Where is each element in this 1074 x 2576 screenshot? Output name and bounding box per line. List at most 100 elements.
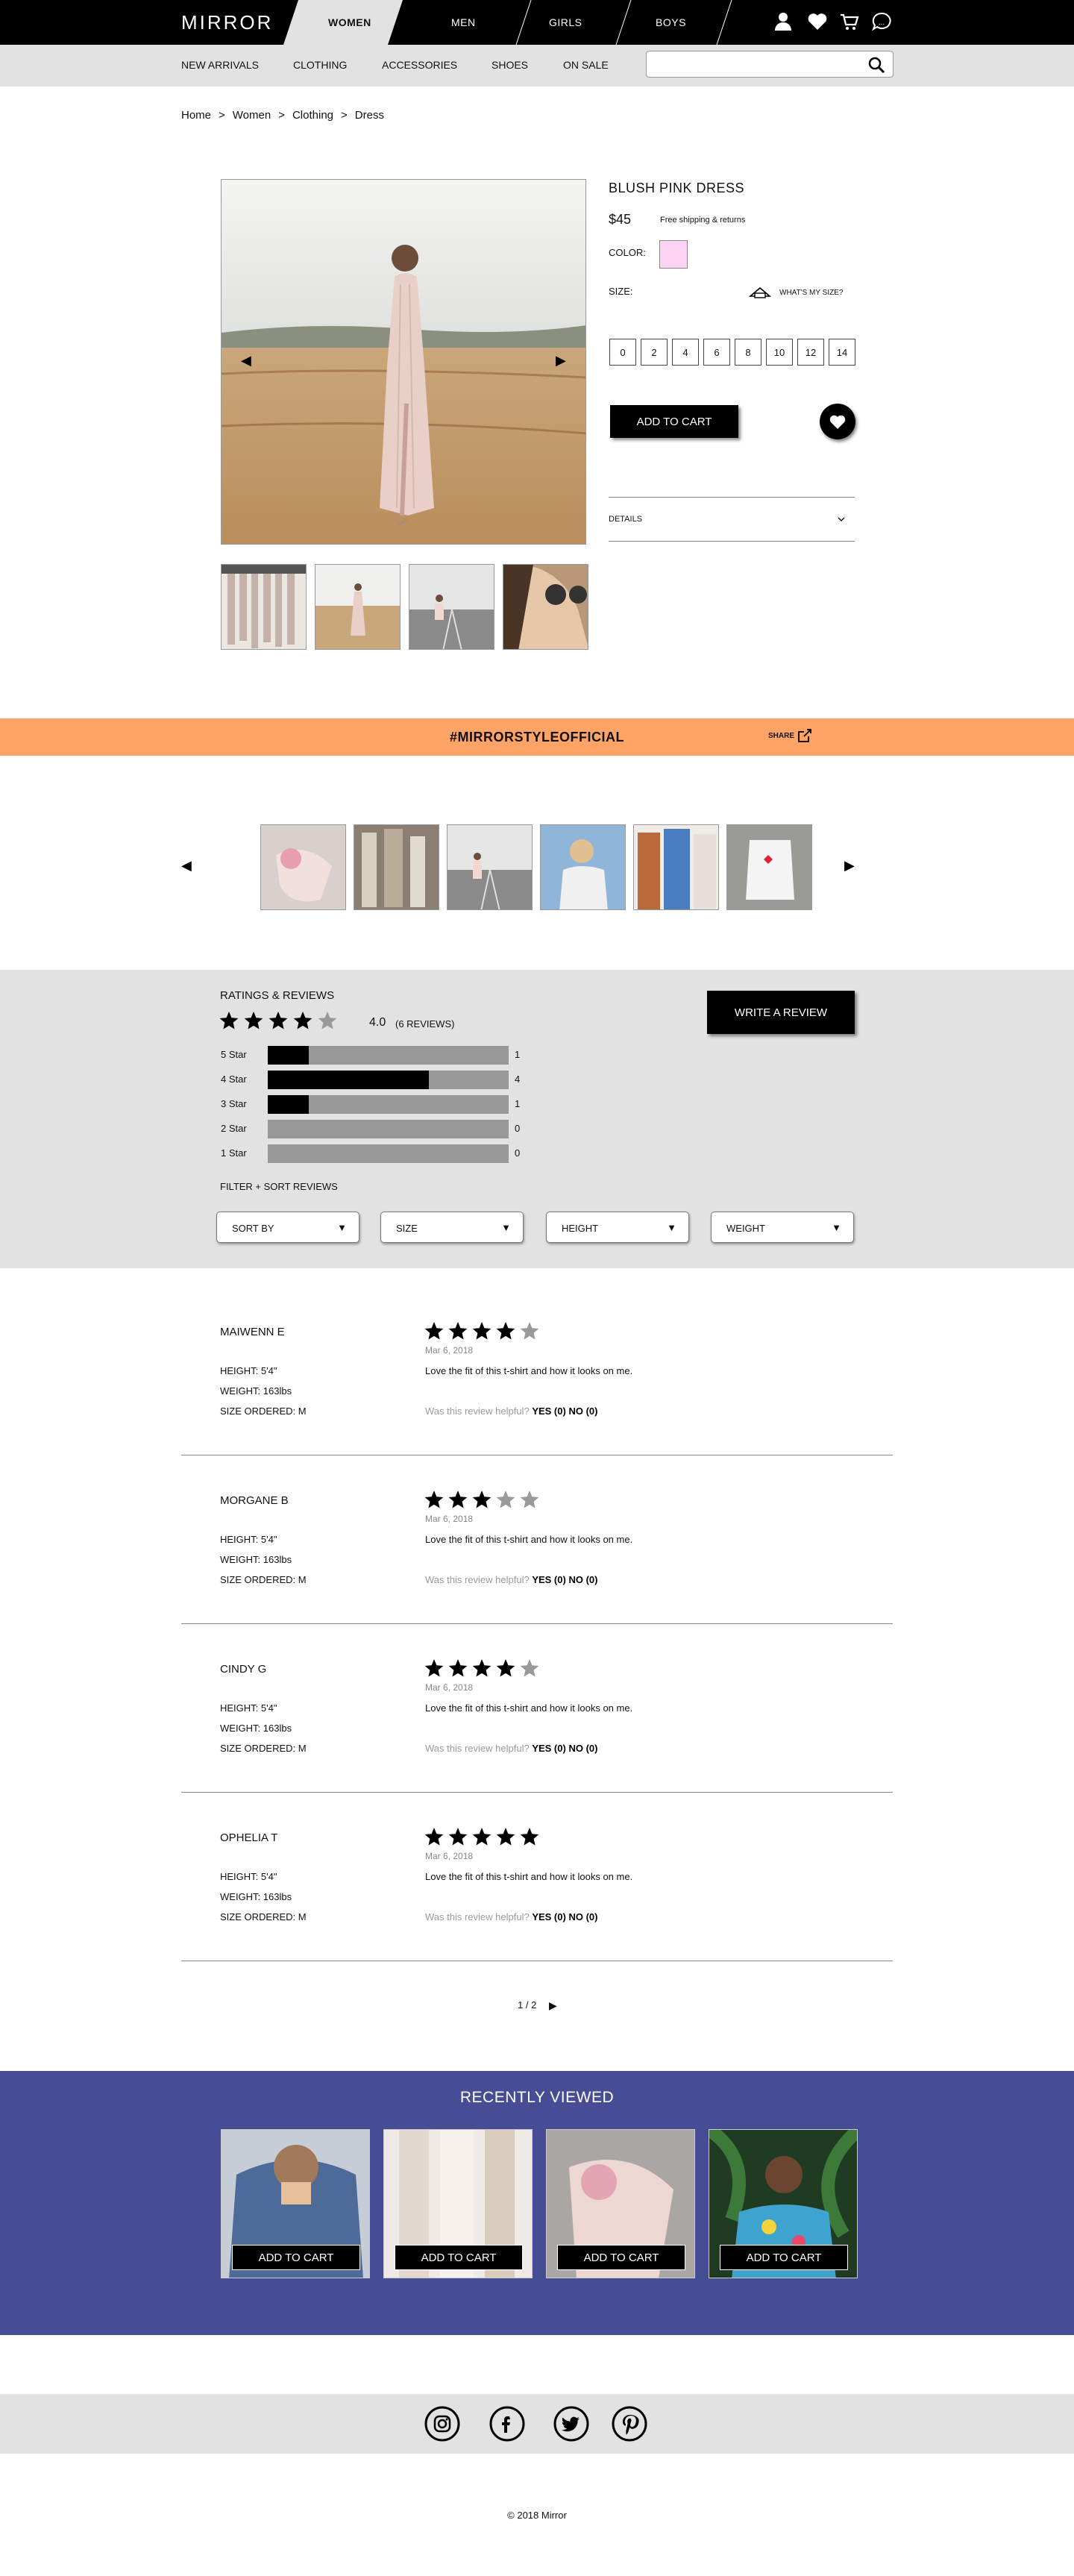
helpful-no-button[interactable]: NO (0) bbox=[568, 1574, 597, 1585]
helpful-yes-button[interactable]: YES (0) bbox=[532, 1405, 566, 1417]
details-toggle[interactable]: DETAILS bbox=[609, 515, 642, 524]
share-link[interactable]: SHARE bbox=[768, 732, 794, 740]
social-photo[interactable] bbox=[260, 824, 346, 910]
reviewer-height: HEIGHT: 5'4" bbox=[220, 1871, 277, 1882]
review-count: (6 REVIEWS) bbox=[395, 1018, 455, 1030]
account-icon[interactable] bbox=[772, 10, 794, 33]
social-photo[interactable] bbox=[354, 824, 439, 910]
size-option-4[interactable]: 4 bbox=[672, 339, 699, 366]
review-stars bbox=[424, 1491, 539, 1508]
hashtag-text[interactable]: #MIRRORSTYLEOFFICIAL bbox=[0, 730, 1074, 745]
helpful-yes-button[interactable]: YES (0) bbox=[532, 1574, 566, 1585]
share-icon[interactable] bbox=[797, 727, 813, 744]
social-photo[interactable] bbox=[633, 824, 719, 910]
search-input[interactable] bbox=[656, 55, 857, 73]
reviewer-details: HEIGHT: 5'4" WEIGHT: 163lbs SIZE ORDERED: … bbox=[220, 1529, 307, 1590]
subnav-shoes[interactable]: SHOES bbox=[492, 59, 528, 71]
size-filter-dropdown[interactable]: SIZE ▼ bbox=[380, 1212, 524, 1243]
rating-bar-4[interactable] bbox=[268, 1071, 509, 1089]
brand-logo[interactable]: MIRROR bbox=[181, 11, 273, 34]
heart-icon[interactable] bbox=[806, 10, 829, 33]
subnav-new-arrivals[interactable]: NEW ARRIVALS bbox=[181, 59, 259, 71]
social-photo[interactable] bbox=[447, 824, 533, 910]
carousel-next-arrow[interactable]: ▶ bbox=[844, 858, 855, 874]
sort-by-dropdown[interactable]: SORT BY ▼ bbox=[216, 1212, 359, 1243]
recent-add-to-cart-button[interactable]: ADD TO CART bbox=[232, 2245, 360, 2270]
breadcrumb-home[interactable]: Home bbox=[181, 109, 211, 122]
helpful-yes-button[interactable]: YES (0) bbox=[532, 1743, 566, 1754]
size-option-0[interactable]: 0 bbox=[609, 339, 636, 366]
filter-sort-label: FILTER + SORT REVIEWS bbox=[220, 1181, 338, 1192]
rating-bar-3[interactable] bbox=[268, 1095, 509, 1114]
weight-filter-dropdown[interactable]: WEIGHT ▼ bbox=[711, 1212, 854, 1243]
size-option-12[interactable]: 12 bbox=[797, 339, 824, 366]
color-swatch-blush-pink[interactable] bbox=[659, 240, 688, 269]
star-filled-icon bbox=[520, 1828, 539, 1846]
size-option-14[interactable]: 14 bbox=[829, 339, 855, 366]
svg-text:...: ... bbox=[879, 19, 885, 27]
twitter-icon[interactable] bbox=[553, 2406, 589, 2442]
size-option-2[interactable]: 2 bbox=[641, 339, 668, 366]
pinterest-icon[interactable] bbox=[612, 2406, 647, 2442]
social-photo[interactable] bbox=[726, 824, 812, 910]
recent-add-to-cart-button[interactable]: ADD TO CART bbox=[395, 2245, 523, 2270]
product-thumbnail[interactable] bbox=[315, 564, 401, 650]
rating-bar-5[interactable] bbox=[268, 1046, 509, 1065]
add-to-cart-button[interactable]: ADD TO CART bbox=[610, 405, 738, 438]
size-option-8[interactable]: 8 bbox=[735, 339, 761, 366]
next-page-arrow[interactable]: ▶ bbox=[549, 1999, 557, 2012]
rating-label-3: 3 Star bbox=[221, 1098, 247, 1109]
rating-label-5: 5 Star bbox=[221, 1049, 247, 1060]
size-option-10[interactable]: 10 bbox=[766, 339, 793, 366]
product-thumbnail[interactable] bbox=[221, 564, 307, 650]
nav-tab-women[interactable]: WOMEN bbox=[328, 16, 371, 28]
recent-add-to-cart-button[interactable]: ADD TO CART bbox=[557, 2245, 685, 2270]
size-option-6[interactable]: 6 bbox=[703, 339, 730, 366]
breadcrumb-clothing[interactable]: Clothing bbox=[292, 109, 333, 122]
whats-my-size-link[interactable]: WHAT'S MY SIZE? bbox=[779, 289, 843, 297]
cart-icon[interactable] bbox=[838, 10, 861, 33]
next-image-arrow[interactable]: ▶ bbox=[556, 353, 566, 369]
search-icon[interactable] bbox=[867, 56, 885, 74]
product-thumbnail[interactable] bbox=[503, 564, 588, 650]
star-filled-icon bbox=[424, 1828, 444, 1846]
chat-icon[interactable]: ... bbox=[870, 10, 893, 33]
helpful-yes-button[interactable]: YES (0) bbox=[532, 1911, 566, 1922]
facebook-icon[interactable] bbox=[489, 2406, 525, 2442]
helpful-no-button[interactable]: NO (0) bbox=[568, 1911, 597, 1922]
star-filled-icon bbox=[219, 1012, 239, 1030]
prev-image-arrow[interactable]: ◀ bbox=[241, 353, 251, 369]
recent-product-card[interactable]: ADD TO CART bbox=[221, 2129, 370, 2278]
subnav-clothing[interactable]: CLOTHING bbox=[293, 59, 347, 71]
heart-icon bbox=[829, 415, 846, 429]
helpful-no-button[interactable]: NO (0) bbox=[568, 1743, 597, 1754]
chevron-down-icon[interactable] bbox=[837, 515, 846, 523]
recent-product-card[interactable]: ADD TO CART bbox=[709, 2129, 858, 2278]
helpful-no-button[interactable]: NO (0) bbox=[568, 1405, 597, 1417]
reviewer-size: SIZE ORDERED: M bbox=[220, 1743, 307, 1754]
star-filled-icon bbox=[293, 1012, 313, 1030]
category-bar bbox=[0, 45, 1074, 87]
recent-add-to-cart-button[interactable]: ADD TO CART bbox=[720, 2245, 848, 2270]
breadcrumb-women[interactable]: Women bbox=[233, 109, 271, 122]
height-filter-dropdown[interactable]: HEIGHT ▼ bbox=[546, 1212, 689, 1243]
product-price: $45 bbox=[609, 212, 632, 227]
rating-bar-2[interactable] bbox=[268, 1120, 509, 1138]
wishlist-button[interactable] bbox=[820, 404, 855, 439]
recent-product-card[interactable]: ADD TO CART bbox=[546, 2129, 695, 2278]
subnav-accessories[interactable]: ACCESSORIES bbox=[382, 59, 457, 71]
social-photo[interactable] bbox=[540, 824, 626, 910]
nav-tab-girls[interactable]: GIRLS bbox=[549, 16, 582, 28]
instagram-icon[interactable] bbox=[424, 2406, 460, 2442]
subnav-on-sale[interactable]: ON SALE bbox=[563, 59, 609, 71]
carousel-prev-arrow[interactable]: ◀ bbox=[181, 858, 192, 874]
nav-tab-men[interactable]: MEN bbox=[451, 16, 476, 28]
star-filled-icon bbox=[496, 1659, 515, 1677]
recent-product-card[interactable]: ADD TO CART bbox=[383, 2129, 533, 2278]
write-review-button[interactable]: WRITE A REVIEW bbox=[707, 991, 855, 1034]
helpful-prompt: Was this review helpful? bbox=[425, 1405, 530, 1417]
product-title: BLUSH PINK DRESS bbox=[609, 181, 745, 195]
product-thumbnail[interactable] bbox=[409, 564, 494, 650]
nav-tab-boys[interactable]: BOYS bbox=[656, 16, 686, 28]
rating-bar-1[interactable] bbox=[268, 1144, 509, 1163]
